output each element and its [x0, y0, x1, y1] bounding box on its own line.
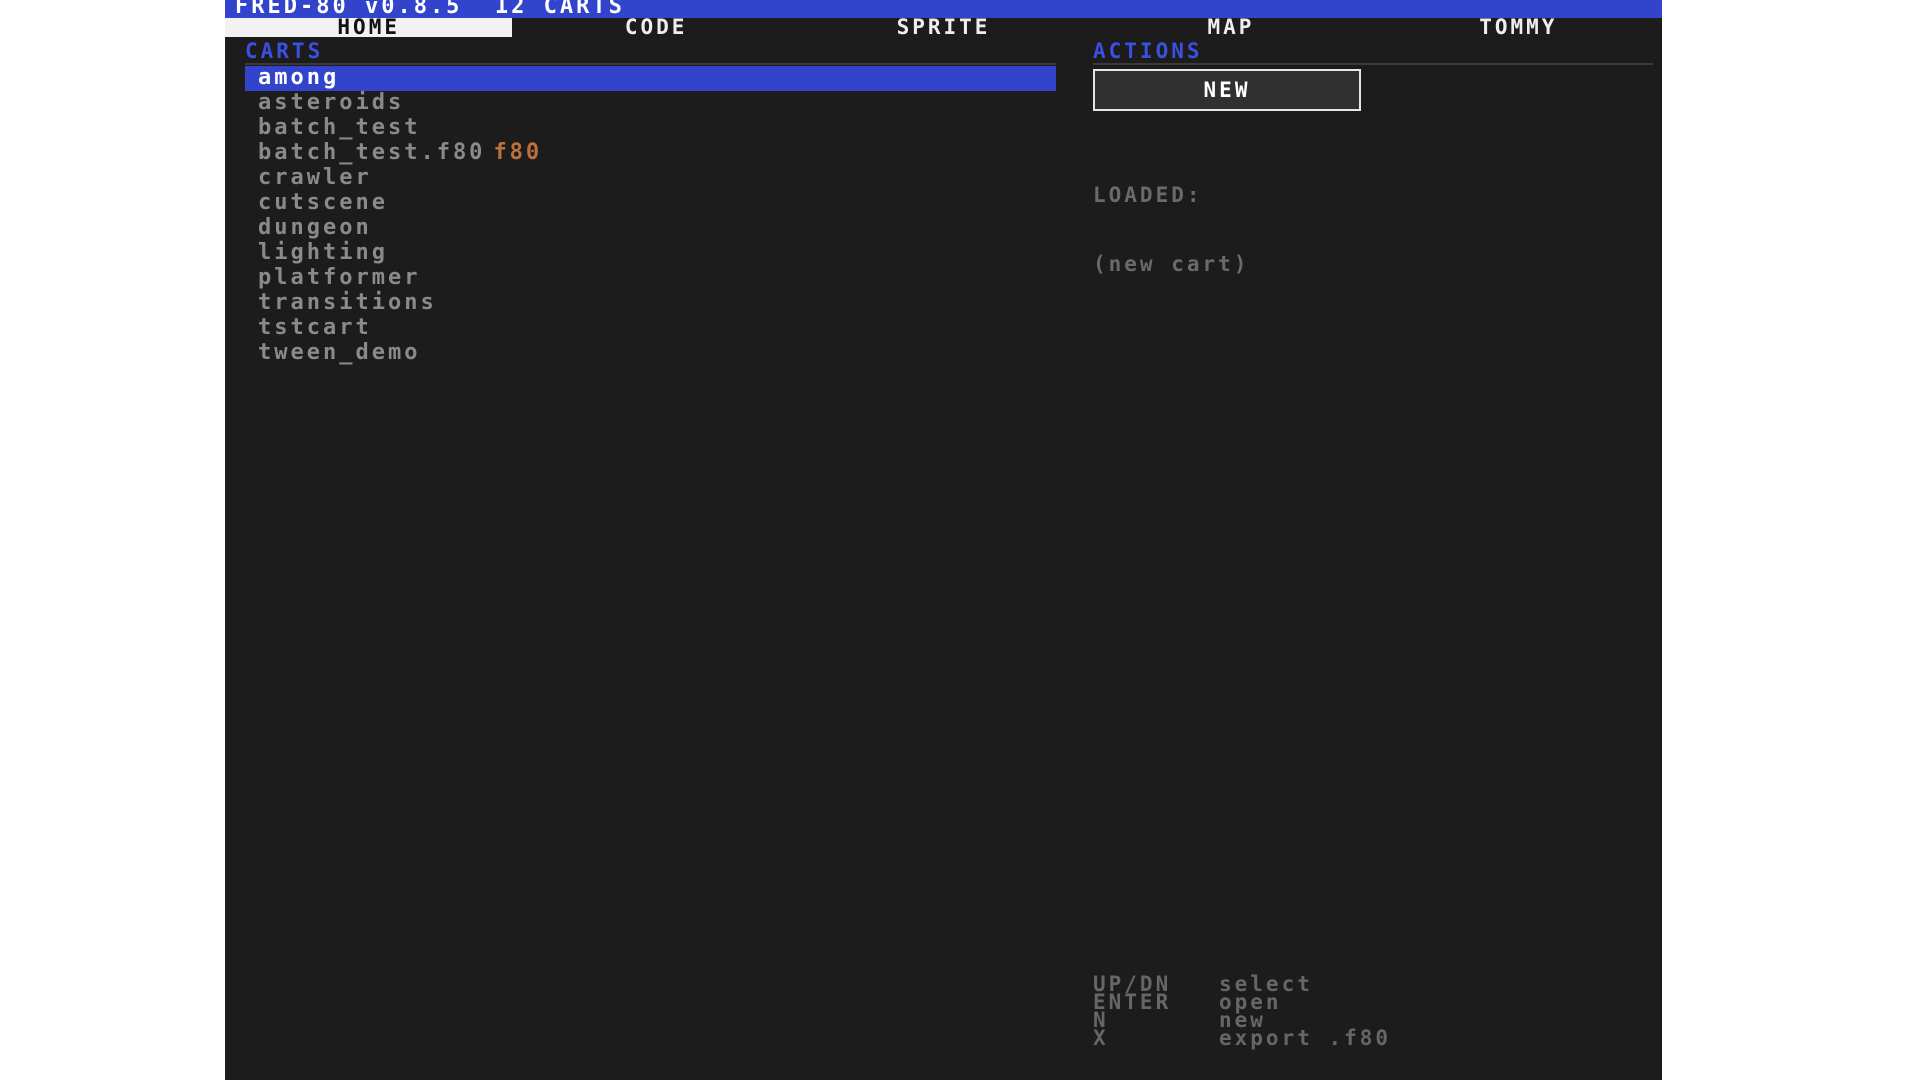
cart-item-lighting[interactable]: lighting: [245, 241, 1056, 266]
cart-item-crawler[interactable]: crawler: [245, 166, 1056, 191]
cart-name: batch_test: [258, 115, 421, 140]
cart-name: lighting: [258, 240, 388, 265]
help-desc: export .f80: [1219, 1026, 1392, 1050]
actions-heading: ACTIONS: [1093, 39, 1203, 63]
tab-map[interactable]: MAP: [1087, 17, 1374, 38]
cart-item-among[interactable]: among: [245, 66, 1056, 91]
loaded-info: LOADED: (new cart): [1093, 138, 1249, 322]
help-key: ENTER: [1093, 990, 1172, 1014]
cart-item-tstcart[interactable]: tstcart: [245, 316, 1056, 341]
tab-code[interactable]: CODE: [512, 17, 799, 38]
loaded-value: (new cart): [1093, 252, 1250, 276]
keyboard-help: UP/DN select ENTER open N new X export .…: [1093, 974, 1493, 1050]
tab-tommy[interactable]: TOMMY: [1375, 17, 1662, 38]
cart-name: cutscene: [258, 190, 388, 215]
f80-badge: f80: [493, 140, 543, 165]
cart-name: tstcart: [258, 315, 372, 340]
cart-name: dungeon: [258, 215, 372, 240]
cart-item-transitions[interactable]: transitions: [245, 291, 1056, 316]
cart-item-dungeon[interactable]: dungeon: [245, 216, 1056, 241]
actions-divider: [1093, 63, 1653, 65]
cart-name: among: [258, 65, 340, 90]
carts-divider: [245, 63, 1056, 65]
cart-item-tween-demo[interactable]: tween_demo: [245, 341, 1056, 366]
carts-heading: CARTS: [245, 39, 324, 63]
app-title: FRED-80 v0.8.5 12 CARTS: [235, 0, 625, 19]
cart-item-batch-test[interactable]: batch_test: [245, 116, 1056, 141]
help-row: X export .f80: [1093, 1026, 1493, 1050]
fred80-screen: FRED-80 v0.8.5 12 CARTS HOME CODE SPRITE…: [225, 0, 1662, 1080]
cart-item-batch-test-f80[interactable]: batch_test.f80 f80: [245, 141, 1056, 166]
cart-item-asteroids[interactable]: asteroids: [245, 91, 1056, 116]
cart-name: batch_test.f80: [258, 140, 486, 165]
tab-sprite[interactable]: SPRITE: [800, 17, 1087, 38]
cart-name: asteroids: [258, 90, 405, 115]
help-key: N: [1093, 1008, 1109, 1032]
cart-item-cutscene[interactable]: cutscene: [245, 191, 1056, 216]
help-key: X: [1093, 1026, 1109, 1050]
tab-home[interactable]: HOME: [225, 17, 513, 38]
loaded-label: LOADED:: [1093, 183, 1203, 207]
cart-name: transitions: [258, 290, 437, 315]
cart-list: among asteroids batch_test batch_test.f8…: [245, 66, 1056, 366]
cart-item-platformer[interactable]: platformer: [245, 266, 1056, 291]
tab-bar: HOME CODE SPRITE MAP TOMMY: [225, 17, 1662, 38]
cart-name: crawler: [258, 165, 372, 190]
cart-name: tween_demo: [258, 340, 421, 365]
cart-name: platformer: [258, 265, 421, 290]
new-cart-button[interactable]: NEW: [1093, 69, 1361, 111]
